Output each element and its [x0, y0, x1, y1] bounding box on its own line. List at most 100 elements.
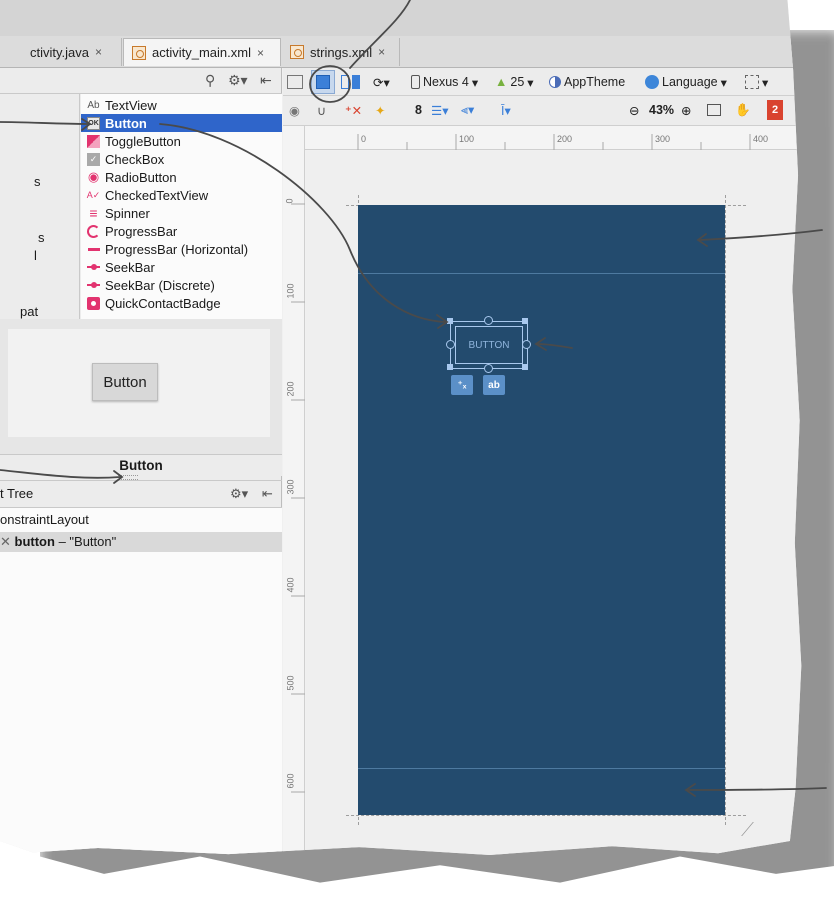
error-badge[interactable]: 2: [767, 100, 783, 120]
category-item[interactable]: s: [34, 174, 41, 189]
preview-button: Button: [92, 363, 158, 401]
tab-activity-java[interactable]: ctivity.java ×: [0, 38, 122, 66]
category-item[interactable]: pat: [20, 304, 38, 319]
palette-categories: s s l pat: [0, 94, 80, 319]
widget-label: ProgressBar (Horizontal): [105, 241, 249, 257]
ruler-tick-label: 100: [459, 134, 475, 144]
infer-constraints-icon[interactable]: ✦: [375, 100, 385, 120]
ruler-tick-label: 200: [285, 381, 296, 397]
seekbar-icon: [87, 261, 100, 274]
close-icon[interactable]: ×: [257, 46, 264, 60]
checkbox-icon: ✓: [87, 152, 100, 166]
close-icon[interactable]: ×: [95, 45, 102, 59]
layout-toolbar: ⟳▾ Nexus 4 ▾ ▲ 25 ▾ AppTheme Language ▾ ▾: [283, 68, 802, 96]
device-outline: [725, 195, 726, 825]
quick-contact-badge-icon: [87, 296, 100, 310]
anchor-top[interactable]: [484, 316, 493, 325]
zoom-in-icon[interactable]: ⊕: [681, 100, 691, 120]
show-constraints-icon[interactable]: ◉: [289, 100, 300, 120]
widget-quickcontactbadge[interactable]: QuickContactBadge: [81, 294, 282, 312]
resize-handle[interactable]: [522, 318, 528, 324]
widget-togglebutton[interactable]: ToggleButton: [81, 132, 282, 150]
anchor-right[interactable]: [522, 340, 531, 349]
close-icon[interactable]: ×: [378, 45, 385, 59]
tree-item-root[interactable]: onstraintLayout: [0, 512, 89, 527]
language-label: Language: [662, 75, 718, 89]
design-view-icon[interactable]: [287, 72, 303, 92]
radio-button-icon: ◉: [87, 169, 100, 184]
pack-icon[interactable]: ☰▾: [431, 100, 448, 120]
tree-item-button[interactable]: ✕ button – "Button": [0, 532, 282, 552]
ruler-tick-label: 500: [285, 675, 296, 691]
gear-icon[interactable]: ⚙▾: [228, 72, 248, 89]
default-margin[interactable]: 8: [415, 100, 422, 120]
ruler-tick-label: 200: [557, 134, 573, 144]
textview-icon: Ab: [87, 99, 100, 111]
widget-preview: Button: [0, 319, 282, 454]
design-button[interactable]: BUTTON: [455, 326, 523, 364]
widget-seekbar[interactable]: SeekBar: [81, 258, 282, 276]
api-selector[interactable]: ▲ 25 ▾: [495, 72, 534, 92]
gear-icon[interactable]: ⚙▾: [230, 481, 248, 507]
baseline-mini-icon[interactable]: ab: [483, 375, 505, 395]
guidelines-icon[interactable]: Ī▾: [501, 100, 511, 120]
category-item[interactable]: s: [38, 230, 45, 245]
zoom-out-icon[interactable]: ⊖: [629, 100, 639, 120]
widget-progressbar-horizontal[interactable]: ProgressBar (Horizontal): [81, 240, 282, 258]
blueprint-view-icon[interactable]: [311, 70, 335, 94]
pan-hand-icon[interactable]: ✋: [735, 100, 751, 120]
editor-tab-bar: ctivity.java × activity_main.xml × strin…: [0, 0, 802, 68]
tab-label: strings.xml: [310, 44, 373, 60]
widget-spinner[interactable]: ≡ Spinner: [81, 204, 282, 222]
tab-strings-xml[interactable]: strings.xml ×: [282, 38, 400, 66]
xml-file-icon: [132, 45, 146, 60]
seekbar-discrete-icon: [87, 279, 100, 292]
app-bar-guideline: [358, 273, 725, 274]
device-selector[interactable]: Nexus 4 ▾: [411, 72, 478, 92]
widget-progressbar[interactable]: ProgressBar: [81, 222, 282, 240]
anchor-left[interactable]: [446, 340, 455, 349]
widget-checkbox[interactable]: ✓ CheckBox: [81, 150, 282, 168]
clear-constraints-icon[interactable]: ⁺✕: [345, 100, 362, 120]
autoconnect-icon[interactable]: ∪: [317, 100, 326, 120]
globe-icon: [645, 75, 659, 89]
widget-label: SeekBar: [105, 259, 155, 275]
language-selector[interactable]: Language ▾: [645, 72, 727, 92]
widget-label: RadioButton: [105, 169, 177, 185]
progress-bar-horizontal-icon: [87, 243, 100, 256]
theme-selector[interactable]: AppTheme: [549, 72, 625, 92]
widget-textview[interactable]: Ab TextView: [81, 96, 282, 114]
screenshot-sheet: ctivity.java × activity_main.xml × strin…: [0, 0, 834, 900]
zoom-to-fit-icon[interactable]: [707, 100, 721, 120]
ruler-tick-label: 400: [285, 577, 296, 593]
orientation-icon[interactable]: ⟳▾: [373, 72, 390, 92]
align-icon[interactable]: ⫷▾: [461, 100, 474, 120]
widget-label: CheckedTextView: [105, 187, 209, 203]
search-icon[interactable]: ⚲: [205, 72, 215, 89]
anchor-bottom[interactable]: [484, 364, 493, 373]
layout-variants-icon[interactable]: ▾: [745, 72, 768, 92]
category-item[interactable]: l: [34, 248, 37, 263]
resize-handle[interactable]: [522, 364, 528, 370]
widget-radiobutton[interactable]: ◉ RadioButton: [81, 168, 282, 186]
resize-handle[interactable]: [447, 318, 453, 324]
clear-constraint-mini-icon[interactable]: ⁺ₓ: [451, 375, 473, 395]
preview-caption: Button: [0, 454, 282, 476]
widget-seekbar-discrete[interactable]: SeekBar (Discrete): [81, 276, 282, 294]
hide-panel-icon[interactable]: ⇤: [262, 481, 273, 507]
device-label: Nexus 4: [423, 75, 469, 89]
ruler-tick-label: 0: [284, 198, 295, 204]
widget-checkedtextview[interactable]: A✓ CheckedTextView: [81, 186, 282, 204]
component-tree-header: t Tree ⚙▾ ⇤: [0, 480, 282, 508]
zoom-level: 43%: [649, 103, 675, 117]
blueprint-screen[interactable]: [358, 205, 725, 815]
widget-button[interactable]: OK Button: [81, 114, 282, 132]
ruler-tick-label: 0: [361, 134, 367, 144]
widget-label: ProgressBar: [105, 223, 178, 239]
resize-handle[interactable]: [447, 364, 453, 370]
split-view-icon[interactable]: [341, 72, 360, 92]
tree-item-id: button: [14, 534, 55, 549]
hide-panel-icon[interactable]: ⇤: [260, 72, 272, 89]
widget-label: SeekBar (Discrete): [105, 277, 215, 293]
tab-activity-main-xml[interactable]: activity_main.xml ×: [123, 38, 281, 66]
